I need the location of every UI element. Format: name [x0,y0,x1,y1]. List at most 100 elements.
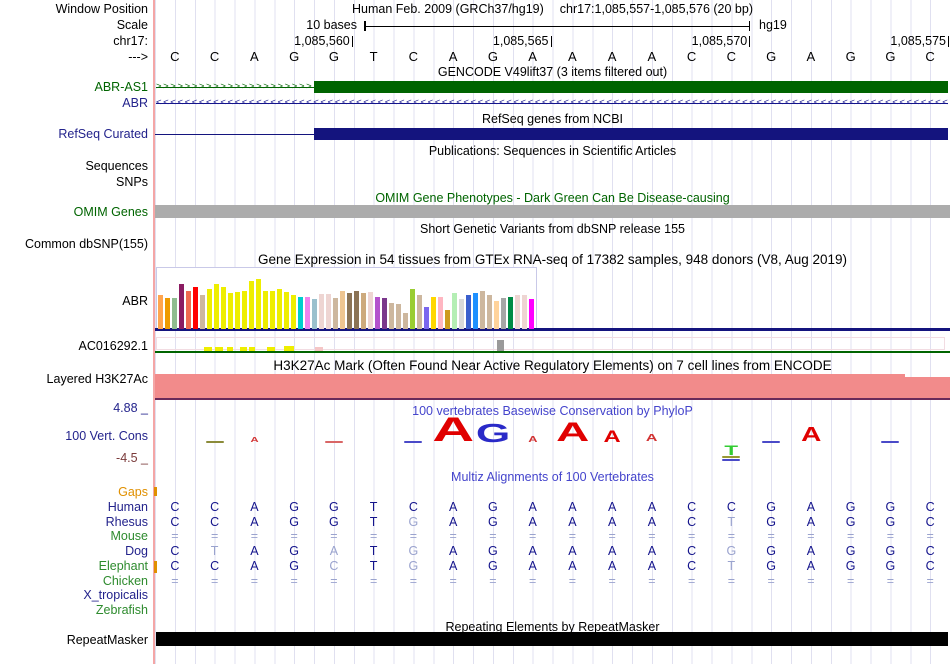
gtex-tissue-bar[interactable] [500,298,506,329]
gtex-tissue-bar[interactable] [227,293,233,329]
ac016292-tick[interactable] [267,346,275,351]
gtex-tissue-bar[interactable] [367,292,373,329]
gtex-tissue-bar[interactable] [178,284,184,329]
species-label-mouse[interactable]: Mouse [0,529,148,543]
gtex-tissue-bar[interactable] [346,293,352,329]
gtex-tissue-bar[interactable] [157,295,163,329]
ac016292-tick[interactable] [315,346,323,351]
species-label-dog[interactable]: Dog [0,544,148,558]
gtex-tissue-bar[interactable] [374,297,380,329]
ac016292-tick[interactable] [215,346,223,351]
snps-label[interactable]: SNPs [0,175,148,189]
refseq-intron-line[interactable] [155,133,314,135]
gtex-tissue-bar[interactable] [192,287,198,329]
gtex-tissue-bar[interactable] [318,294,324,329]
gtex-tissue-bar[interactable] [451,293,457,329]
gtex-tissue-bar[interactable] [213,284,219,329]
gtex-tissue-bar[interactable] [472,293,478,329]
gtex-tissue-bar[interactable] [171,298,177,329]
gene-label-abr[interactable]: ABR [0,96,148,110]
gtex-tissue-bar[interactable] [339,291,345,329]
species-label-rhesus[interactable]: Rhesus [0,515,148,529]
gtex-tissue-bar[interactable] [416,295,422,329]
vert-cons-label[interactable]: 100 Vert. Cons [0,429,148,443]
ac016292-tick[interactable] [249,346,255,351]
species-label-gaps[interactable]: Gaps [0,485,148,499]
ac016292-tick[interactable] [227,346,233,351]
aligned-base: = [528,529,537,543]
gtex-tissue-bar[interactable] [465,295,471,329]
gtex-tissue-bar[interactable] [206,289,212,329]
base-letter: G [845,49,856,64]
gtex-tissue-bar[interactable] [234,292,240,329]
repeatmasker-element-bar[interactable] [156,632,948,646]
layered-h3k27ac-label[interactable]: Layered H3K27Ac [0,372,148,386]
gtex-tissue-bar[interactable] [325,294,331,329]
gtex-tissue-bar[interactable] [297,297,303,329]
repeatmasker-label[interactable]: RepeatMasker [0,633,148,647]
species-label-x_tropicalis[interactable]: X_tropicalis [0,588,148,602]
gtex-tissue-bar[interactable] [283,292,289,329]
gtex-gene-label[interactable]: ABR [0,294,148,308]
species-label-chicken[interactable]: Chicken [0,574,148,588]
gtex-tissue-bar[interactable] [164,298,170,329]
gtex-tissue-bar[interactable] [332,298,338,329]
gtex-tissue-bar[interactable] [521,295,527,329]
gtex-tissue-bar[interactable] [458,299,464,329]
ac016292-tick[interactable] [284,345,294,351]
gtex-tissue-bar[interactable] [360,293,366,329]
gtex-tissue-bar[interactable] [304,297,310,329]
gtex-tissue-bar[interactable] [493,301,499,329]
scale-bases-value: 10 bases [306,18,357,32]
refseq-exon-box[interactable] [314,128,948,140]
species-label-zebrafish[interactable]: Zebrafish [0,603,148,617]
phylop-letter-glyph: A [432,413,474,447]
gtex-tissue-bar[interactable] [290,295,296,329]
gtex-tissue-bar[interactable] [437,297,443,329]
gtex-tissue-bar[interactable] [479,291,485,329]
gtex-tissue-bar[interactable] [311,299,317,329]
h3k27ac-signal-main[interactable] [155,374,905,398]
common-dbsnp-label[interactable]: Common dbSNP(155) [0,237,148,251]
gtex-tissue-bar[interactable] [402,313,408,329]
gtex-tissue-bar[interactable] [444,310,450,329]
gtex-tissue-bar[interactable] [262,291,268,329]
phylop-letter: G [475,418,511,448]
ac016292-line[interactable] [155,350,950,353]
gtex-tissue-bar[interactable] [255,279,261,329]
gtex-tissue-bar[interactable] [486,295,492,329]
gtex-tissue-bar[interactable] [248,281,254,329]
abr-strand-arrows[interactable]: <<<<<<<<<<<<<<<<<<<<<<<<<<<<<<<<<<<<<<<<… [156,97,948,109]
gtex-tissue-bar[interactable] [220,287,226,329]
abr-as1-exon-box[interactable] [314,80,948,93]
gtex-tissue-bar[interactable] [395,304,401,329]
refseq-curated-label[interactable]: RefSeq Curated [0,127,148,141]
gtex-tissue-bar[interactable] [388,303,394,329]
gtex-tissue-bar[interactable] [430,297,436,329]
gtex-tissue-bar[interactable] [381,298,387,329]
abr-as1-strand-arrows[interactable]: >>>>>>>>>>>>>>>>>>>>>> [156,81,314,93]
h3k27ac-signal-right[interactable] [905,377,950,398]
gtex-tissue-bar[interactable] [514,295,520,329]
gtex-tissue-bar[interactable] [409,289,415,329]
species-label-elephant[interactable]: Elephant [0,559,148,573]
aligned-base: = [926,529,934,543]
gtex-tissue-bar[interactable] [241,291,247,329]
ac016292-label[interactable]: AC016292.1 [0,339,148,353]
gtex-tissue-bar[interactable] [199,295,205,329]
species-label-human[interactable]: Human [0,500,148,514]
omim-genes-label[interactable]: OMIM Genes [0,205,148,219]
gtex-tissue-bar[interactable] [269,291,275,329]
gtex-tissue-bar[interactable] [276,289,282,329]
omim-gene-bar[interactable] [155,205,950,218]
gtex-tissue-bar[interactable] [528,299,534,329]
sequences-label[interactable]: Sequences [0,159,148,173]
gtex-tissue-bar[interactable] [507,297,513,329]
ac016292-tick[interactable] [240,346,247,351]
gtex-tissue-bar[interactable] [185,291,191,329]
ac016292-tick[interactable] [497,339,504,351]
gene-label-abr-as1[interactable]: ABR-AS1 [0,80,149,94]
gtex-tissue-bar[interactable] [353,291,359,329]
gtex-tissue-bar[interactable] [423,307,429,329]
ac016292-tick[interactable] [204,346,212,351]
